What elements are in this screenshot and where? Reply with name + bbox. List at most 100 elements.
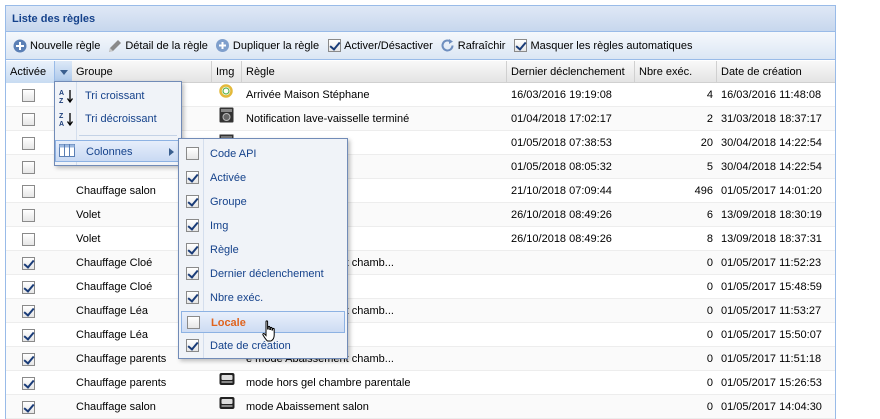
column-header-last[interactable]: Dernier déclenchement [507,61,635,83]
img-cell [215,395,241,419]
column-header-rule[interactable]: Règle [242,61,507,83]
active-checkbox[interactable] [21,280,35,294]
menu-sort-desc[interactable]: ZA Tri décroissant [55,108,181,130]
active-checkbox[interactable] [21,400,35,414]
last-trigger-cell: 01/05/2018 08:05:32 [511,161,612,173]
active-checkbox[interactable] [21,208,35,222]
column-toggle-checkbox[interactable] [186,195,199,208]
active-cell [18,323,38,347]
active-cell [18,83,38,107]
created-date-cell: 01/05/2017 14:04:30 [721,401,822,413]
rule-detail-label: Détail de la règle [125,39,208,52]
column-toggle-item[interactable]: Règle [181,239,345,261]
column-toggle-checkbox[interactable] [186,339,199,352]
duplicate-icon [215,38,231,54]
table-row[interactable]: Voletbain (2)26/10/2018 08:49:26813/09/2… [6,227,835,251]
column-toggle-checkbox[interactable] [186,267,199,280]
column-toggle-item[interactable]: Nbre exéc. [181,287,345,309]
exec-count-cell: 20 [700,137,713,149]
active-cell [18,251,38,275]
active-checkbox[interactable] [21,376,35,390]
table-row[interactable]: Volet(2)26/10/2018 08:49:26613/09/2018 1… [6,203,835,227]
active-checkbox[interactable] [21,184,35,198]
column-toggle-label: Dernier déclenchement [210,268,324,280]
created-date-cell: 01/05/2017 15:50:07 [721,329,822,341]
active-checkbox[interactable] [21,352,35,366]
hide-auto-checkbox[interactable] [512,38,528,54]
active-checkbox[interactable] [21,160,35,174]
active-checkbox[interactable] [21,112,35,126]
last-trigger-cell: 26/10/2018 08:49:26 [511,209,612,221]
column-toggle-item[interactable]: Activée [181,167,345,189]
rule-cell: Arrivée Maison Stéphane [246,89,370,101]
exec-count-cell: 0 [706,257,713,269]
table-row[interactable]: Chauffage parents e mode Abaissement cham… [6,347,835,371]
created-date-cell: 01/05/2017 15:26:53 [721,377,822,389]
rule-cell: mode Abaissement salon [246,401,369,413]
toggle-rule-label: Activer/Désactiver [344,39,433,52]
active-checkbox[interactable] [21,256,35,270]
active-checkbox[interactable] [21,304,35,318]
table-row[interactable]: Chauffage salon 21/10/2018 07:09:44 496 01/… [6,179,835,203]
column-toggle-item[interactable]: Img [181,215,345,237]
sort-desc-icon: ZA [58,111,74,128]
column-toggle-item[interactable]: Dernier déclenchement [181,263,345,285]
table-row[interactable]: Chauffage Cloée mode Abaissement chamb..… [6,251,835,275]
hide-auto-rules-toggle[interactable]: Masquer les règles automatiques [512,38,692,54]
active-checkbox[interactable] [21,136,35,150]
table-row[interactable]: Chauffage salon mode Abaissement salon 0 01… [6,395,835,419]
table-row[interactable]: Chauffage Léae mode Abaissement chamb...… [6,299,835,323]
svg-text:A: A [59,121,64,127]
active-cell [18,371,38,395]
column-toggle-item[interactable]: Groupe [181,191,345,213]
last-trigger-cell [507,323,635,347]
active-checkbox[interactable] [21,232,35,246]
svg-text:Z: Z [59,113,64,120]
column-toggle-checkbox[interactable] [186,171,199,184]
last-trigger-cell [507,395,635,419]
active-checkbox[interactable] [21,88,35,102]
menu-sort-asc-label: Tri croissant [85,90,145,102]
column-header-group[interactable]: Groupe [72,61,212,83]
toggle-rule-button[interactable]: Activer/Désactiver [326,38,433,54]
column-header-created[interactable]: Date de création [717,61,835,83]
exec-count-cell: 2 [706,113,713,125]
table-row[interactable]: Chauffage Léambre Léa001/05/2017 15:50:0… [6,323,835,347]
refresh-button[interactable]: Rafraîchir [440,38,505,54]
column-header-count[interactable]: Nbre exéc. [635,61,717,83]
exec-count-cell: 5 [706,161,713,173]
column-context-menu: AZ Tri croissant ZA Tri décroissant Colo… [54,81,182,166]
column-toggle-checkbox[interactable] [186,219,199,232]
hand-cursor-icon [262,320,275,342]
created-date-cell: 13/09/2018 18:37:31 [721,233,822,245]
img-cell [215,107,241,131]
column-toggle-checkbox[interactable] [186,243,199,256]
column-toggle-label: Nbre exéc. [210,292,264,304]
table-row[interactable]: Chauffage Cloémbre cloé001/05/2017 15:48… [6,275,835,299]
column-toggle-checkbox[interactable] [187,316,200,329]
menu-columns[interactable]: Colonnes [55,140,181,162]
created-date-cell: 30/04/2018 14:22:54 [721,161,822,173]
column-toggle-label: Groupe [210,196,247,208]
active-cell [18,155,38,179]
active-checkbox[interactable] [21,328,35,342]
duplicate-rule-button[interactable]: Dupliquer la règle [215,38,319,54]
created-date-cell: 30/04/2018 14:22:54 [721,137,822,149]
column-toggle-item[interactable]: Code API [181,143,345,165]
table-row[interactable]: Chauffage parents mode hors gel chambre p… [6,371,835,395]
column-menu-trigger[interactable] [54,61,72,83]
add-icon [12,38,28,54]
new-rule-button[interactable]: Nouvelle règle [12,38,100,54]
created-date-cell: 13/09/2018 18:30:19 [721,209,822,221]
column-toggle-checkbox[interactable] [186,147,199,160]
column-toggle-label: Img [210,220,229,232]
column-header-img[interactable]: Img [212,61,242,83]
menu-separator [79,135,177,136]
column-toggle-checkbox[interactable] [186,291,199,304]
rule-cell: Notification lave-vaisselle terminé [246,113,410,125]
exec-count-cell: 0 [706,377,713,389]
rule-detail-button[interactable]: Détail de la règle [107,38,208,54]
menu-sort-asc[interactable]: AZ Tri croissant [55,85,181,107]
group-cell: Chauffage parents [76,377,167,389]
column-toggle-label: Règle [210,244,239,256]
